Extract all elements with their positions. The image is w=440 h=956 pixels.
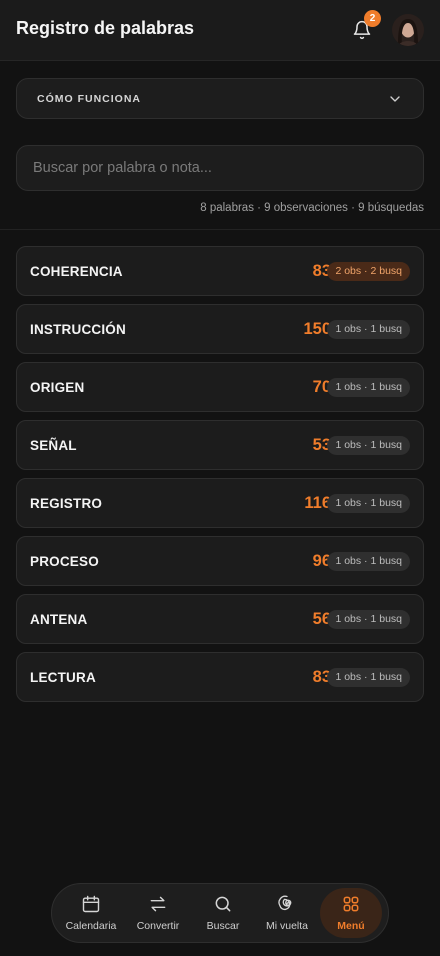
word-label: ORIGEN (30, 380, 85, 395)
word-meta-badge: 1 obs · 1 busq (327, 610, 410, 629)
nav-item-my-lap[interactable]: Mi vuelta (256, 888, 318, 938)
stats-summary: 8 palabras · 9 observaciones · 9 búsqued… (200, 202, 424, 214)
search-input[interactable] (17, 146, 423, 190)
avatar-image (392, 14, 424, 46)
nav-item-convert[interactable]: Convertir (127, 888, 189, 938)
user-avatar[interactable] (392, 14, 424, 46)
bottom-nav: Calendaria Convertir Buscar Mi vuelta Me… (51, 883, 389, 943)
chevron-down-icon (390, 96, 400, 102)
word-meta-badge: 2 obs · 2 busq (327, 262, 410, 281)
word-row[interactable]: PROCESO 96 1 obs · 1 busq (16, 536, 424, 586)
word-label: COHERENCIA (30, 264, 123, 279)
word-list: COHERENCIA 83 2 obs · 2 busq INSTRUCCIÓN… (16, 246, 424, 710)
nav-item-menu[interactable]: Menú (320, 888, 382, 938)
word-row[interactable]: INSTRUCCIÓN 150 1 obs · 1 busq (16, 304, 424, 354)
word-meta-badge: 1 obs · 1 busq (327, 320, 410, 339)
how-it-works-label: CÓMO FUNCIONA (37, 93, 141, 105)
word-label: INSTRUCCIÓN (30, 322, 126, 337)
nav-label: Mi vuelta (265, 920, 308, 932)
word-meta-badge: 1 obs · 1 busq (327, 436, 410, 455)
word-label: PROCESO (30, 554, 99, 569)
word-label: ANTENA (30, 612, 88, 627)
search-icon (215, 896, 231, 912)
calendar-icon (82, 895, 100, 913)
word-meta-badge: 1 obs · 1 busq (327, 378, 410, 397)
grid-icon (343, 896, 359, 912)
word-meta-badge: 1 obs · 1 busq (327, 552, 410, 571)
nav-item-calendar[interactable]: Calendaria (60, 888, 122, 938)
page-title: Registro de palabras (16, 18, 195, 38)
word-row[interactable]: LECTURA 83 1 obs · 1 busq (16, 652, 424, 702)
app-header: Registro de palabras 2 (0, 0, 440, 61)
word-row[interactable]: ORIGEN 70 1 obs · 1 busq (16, 362, 424, 412)
divider (0, 229, 440, 230)
word-label: REGISTRO (30, 496, 103, 511)
notification-badge: 2 (364, 10, 381, 27)
nav-label: Menú (337, 920, 365, 932)
word-row[interactable]: ANTENA 56 1 obs · 1 busq (16, 594, 424, 644)
word-row[interactable]: SEÑAL 53 1 obs · 1 busq (16, 420, 424, 470)
nav-label: Buscar (206, 920, 240, 932)
word-meta-badge: 1 obs · 1 busq (327, 494, 410, 513)
nav-item-search[interactable]: Buscar (192, 888, 254, 938)
spiral-icon (278, 895, 292, 911)
nav-label: Calendaria (65, 920, 117, 932)
search-box (16, 145, 424, 191)
nav-label: Convertir (136, 920, 180, 932)
word-label: SEÑAL (30, 438, 77, 453)
how-it-works-accordion[interactable]: CÓMO FUNCIONA (16, 78, 424, 119)
swap-arrows-icon (150, 896, 166, 912)
word-row[interactable]: REGISTRO 116 1 obs · 1 busq (16, 478, 424, 528)
word-row[interactable]: COHERENCIA 83 2 obs · 2 busq (16, 246, 424, 296)
word-label: LECTURA (30, 670, 96, 685)
word-meta-badge: 1 obs · 1 busq (327, 668, 410, 687)
